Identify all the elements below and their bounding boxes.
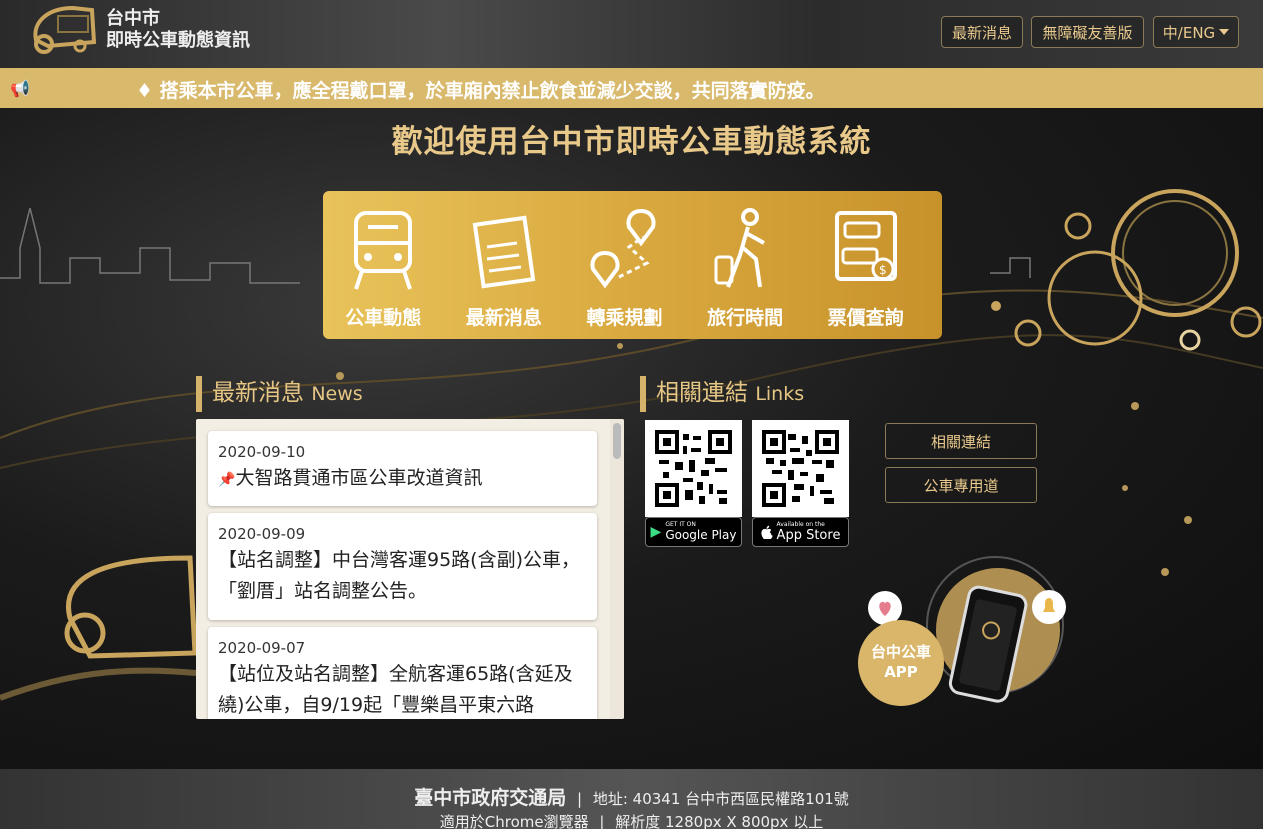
traveler-icon xyxy=(714,208,766,288)
feature-menu: 公車動態 最新消息 轉乘規劃 旅行時間 $ 票價查詢 xyxy=(323,191,942,339)
news-scrollbar[interactable] xyxy=(610,419,624,719)
google-play-icon: ▶ xyxy=(650,524,662,540)
news-title[interactable]: 【站位及站名調整】全航客運65路(含延及繞)公車，自9/19起「豐樂昌平東六路 xyxy=(218,659,587,719)
news-title-text: 大智路貫通市區公車改道資訊 xyxy=(235,467,483,489)
bus-icon xyxy=(354,211,413,290)
bus-lane-label: 公車專用道 xyxy=(923,476,999,495)
bus-lane-button[interactable]: 公車專用道 xyxy=(885,467,1037,503)
site-title-line1: 台中市 xyxy=(106,8,160,29)
footer-browser: 適用於Chrome瀏覽器 xyxy=(439,813,589,829)
feature-fare-inquiry-label: 票價查詢 xyxy=(827,307,904,329)
news-title[interactable]: 【站名調整】中台灣客運95路(含副)公車，「劉厝」站名調整公告。 xyxy=(218,545,587,607)
news-date: 2020-09-07 xyxy=(218,639,306,657)
apple-icon xyxy=(760,525,773,539)
links-title-en: Links xyxy=(755,383,805,405)
footer-line-1: 臺中市政府交通局 | 地址: 40341 台中市西區民權路101號 xyxy=(0,783,1263,810)
feature-bus-status-label: 公車動態 xyxy=(345,307,422,329)
nav-news-label: 最新消息 xyxy=(951,23,1012,42)
feature-travel-time-label: 旅行時間 xyxy=(707,307,784,329)
app-promo-badge[interactable]: 台中公車 APP xyxy=(858,620,944,706)
news-title-en: News xyxy=(311,383,363,405)
google-play-badge[interactable]: ▶ GET IT ON Google Play xyxy=(645,517,742,547)
feature-travel-time[interactable]: 旅行時間 xyxy=(685,191,806,339)
news-item[interactable]: 2020-09-10 📌大智路貫通市區公車改道資訊 xyxy=(208,431,597,506)
news-item[interactable]: 2020-09-09 【站名調整】中台灣客運95路(含副)公車，「劉厝」站名調整… xyxy=(208,513,597,620)
app-store-qr-code xyxy=(752,420,849,517)
feature-fare-inquiry[interactable]: $ 票價查詢 xyxy=(805,191,926,339)
announcement-bar: 📢 ♦ 搭乘本市公車，應全程戴口罩，於車廂內禁止飲食並減少交談，共同落實防疫。 xyxy=(0,68,1263,108)
site-title-line2: 即時公車動態資訊 xyxy=(106,30,250,51)
welcome-heading: 歡迎使用台中市即時公車動態系統 xyxy=(391,124,872,160)
top-header: 台中市 即時公車動態資訊 最新消息 無障礙友善版 中/ENG xyxy=(0,0,1263,68)
related-links-button[interactable]: 相關連結 xyxy=(885,423,1037,459)
feature-latest-news[interactable]: 最新消息 xyxy=(444,191,565,339)
links-title-zh: 相關連結 xyxy=(656,380,748,406)
google-play-qr-code xyxy=(645,420,742,517)
news-item[interactable]: 2020-09-07 【站位及站名調整】全航客運65路(含延及繞)公車，自9/1… xyxy=(208,627,597,719)
footer-line-2: 適用於Chrome瀏覽器 | 解析度 1280px X 800px 以上 xyxy=(0,811,1263,829)
app-store-badge[interactable]: Available on the App Store xyxy=(752,517,849,547)
site-title[interactable]: 台中市 即時公車動態資訊 xyxy=(106,8,250,52)
news-date: 2020-09-09 xyxy=(218,525,306,543)
announcement-text[interactable]: ♦ 搭乘本市公車，應全程戴口罩，於車廂內禁止飲食並減少交談，共同落實防疫。 xyxy=(136,76,825,103)
nav-news-button[interactable]: 最新消息 xyxy=(941,16,1023,48)
app-promo-line1: 台中公車 xyxy=(870,643,931,661)
route-icon xyxy=(591,208,656,289)
footer-org: 臺中市政府交通局 xyxy=(414,787,567,809)
news-section-title: 最新消息 News xyxy=(196,376,363,412)
news-date: 2020-09-10 xyxy=(218,443,306,461)
svg-text:$: $ xyxy=(879,263,887,277)
megaphone-icon: 📢 xyxy=(10,79,30,98)
footer-resolution: 解析度 1280px X 800px 以上 xyxy=(615,813,824,829)
news-title[interactable]: 📌大智路貫通市區公車改道資訊 xyxy=(218,463,587,496)
language-dropdown[interactable]: 中/ENG xyxy=(1153,16,1239,48)
fare-ticket-icon: $ xyxy=(834,211,897,281)
app-store-label: App Store xyxy=(776,527,841,543)
newspaper-icon xyxy=(472,215,536,289)
feature-transfer-planning-label: 轉乘規劃 xyxy=(586,307,663,329)
footer-separator: | xyxy=(577,790,583,808)
footer-separator: | xyxy=(599,813,605,829)
google-play-text: GET IT ON Google Play xyxy=(665,522,737,543)
bus-logo-icon[interactable] xyxy=(28,2,98,54)
app-store-text: Available on the App Store xyxy=(776,521,841,543)
links-section-title: 相關連結 Links xyxy=(640,376,804,412)
language-label: 中/ENG xyxy=(1162,23,1216,42)
page-footer: 臺中市政府交通局 | 地址: 40341 台中市西區民權路101號 適用於Chr… xyxy=(0,769,1263,829)
app-promo-line2: APP xyxy=(884,663,918,681)
news-list[interactable]: 2020-09-10 📌大智路貫通市區公車改道資訊 2020-09-09 【站名… xyxy=(196,419,624,719)
chevron-down-icon xyxy=(1219,29,1230,35)
nav-accessible-label: 無障礙友善版 xyxy=(1042,23,1133,42)
google-play-label: Google Play xyxy=(665,528,737,542)
feature-transfer-planning[interactable]: 轉乘規劃 xyxy=(564,191,685,339)
news-scrollbar-thumb[interactable] xyxy=(613,423,621,459)
feature-latest-news-label: 最新消息 xyxy=(465,307,542,329)
pin-icon: 📌 xyxy=(218,472,236,488)
feature-bus-status[interactable]: 公車動態 xyxy=(323,191,444,339)
related-links-label: 相關連結 xyxy=(930,432,991,451)
news-title-zh: 最新消息 xyxy=(212,380,304,406)
nav-accessible-button[interactable]: 無障礙友善版 xyxy=(1031,16,1144,48)
footer-address: 地址: 40341 台中市西區民權路101號 xyxy=(592,790,849,808)
